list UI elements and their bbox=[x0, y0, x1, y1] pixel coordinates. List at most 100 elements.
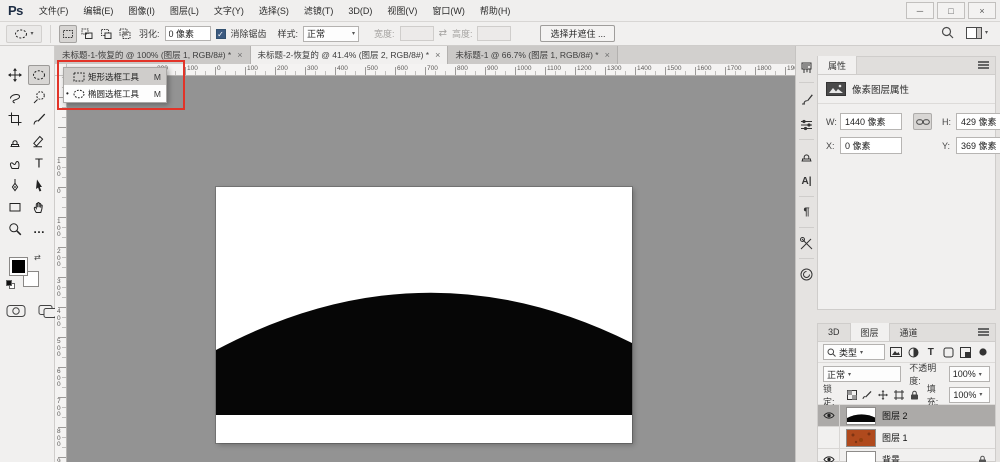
link-dimensions-button[interactable] bbox=[913, 113, 932, 130]
tool-move[interactable] bbox=[4, 65, 26, 85]
layer-thumbnail[interactable] bbox=[846, 451, 876, 462]
tool-clone-stamp[interactable] bbox=[4, 131, 26, 151]
tab-3d[interactable]: 3D bbox=[818, 323, 850, 341]
lock-position-icon[interactable] bbox=[877, 387, 889, 403]
tool-type[interactable]: T bbox=[28, 153, 50, 173]
swap-width-height-icon[interactable]: ⇄ bbox=[439, 28, 447, 39]
character-panel-icon[interactable]: A| bbox=[796, 168, 817, 194]
filter-shape-layers-icon[interactable] bbox=[942, 344, 956, 360]
fill-select[interactable]: 100% ▾ bbox=[949, 387, 990, 403]
history-panel-icon[interactable] bbox=[796, 54, 817, 80]
close-icon[interactable]: × bbox=[605, 50, 610, 60]
lock-transparency-icon[interactable] bbox=[846, 387, 858, 403]
menu-image[interactable]: 图像(I) bbox=[128, 4, 155, 17]
tab-layers[interactable]: 图层 bbox=[850, 323, 890, 341]
layer-thumbnail[interactable] bbox=[846, 429, 876, 447]
tool-pen[interactable] bbox=[4, 175, 26, 195]
tool-preset-picker[interactable]: ▾ bbox=[6, 25, 42, 43]
document-canvas[interactable] bbox=[216, 187, 632, 443]
layer-filter-select[interactable]: 类型 ▾ bbox=[823, 344, 885, 360]
workspace-switcher[interactable]: ▾ bbox=[966, 27, 988, 39]
subtract-from-selection-button[interactable] bbox=[97, 25, 115, 43]
menu-help[interactable]: 帮助(H) bbox=[480, 4, 511, 17]
clone-source-panel-icon[interactable] bbox=[796, 142, 817, 168]
lock-all-icon[interactable] bbox=[909, 387, 921, 403]
menu-select[interactable]: 选择(S) bbox=[259, 4, 289, 17]
close-button[interactable]: × bbox=[968, 2, 996, 19]
panel-menu-icon[interactable] bbox=[978, 64, 989, 66]
menu-3d[interactable]: 3D(D) bbox=[348, 6, 372, 16]
tab-properties[interactable]: 属性 bbox=[818, 56, 857, 74]
intersect-selection-button[interactable] bbox=[116, 25, 134, 43]
vertical-ruler[interactable]: 1000100200300400500600700800900 bbox=[55, 76, 67, 462]
menu-type[interactable]: 文字(Y) bbox=[214, 4, 244, 17]
layer-name[interactable]: 图层 1 bbox=[882, 431, 908, 444]
tool-eraser[interactable] bbox=[28, 131, 50, 151]
panel-menu-icon[interactable] bbox=[978, 331, 989, 333]
tool-brush[interactable] bbox=[28, 109, 50, 129]
menu-edit[interactable]: 编辑(E) bbox=[83, 4, 113, 17]
filter-pixel-layers-icon[interactable] bbox=[889, 344, 903, 360]
tools-panel-icon[interactable] bbox=[796, 230, 817, 256]
new-selection-button[interactable] bbox=[59, 25, 77, 43]
layer-thumbnail[interactable] bbox=[846, 407, 876, 425]
tool-crop[interactable] bbox=[4, 109, 26, 129]
visibility-toggle[interactable] bbox=[818, 449, 840, 462]
close-icon[interactable]: × bbox=[435, 50, 440, 60]
document-tab-2[interactable]: 未标题-2-恢复的 @ 41.4% (图层 2, RGB/8#) * × bbox=[251, 46, 449, 64]
visibility-toggle[interactable] bbox=[818, 405, 840, 427]
tool-quick-selection[interactable] bbox=[28, 87, 50, 107]
y-value-input[interactable] bbox=[956, 137, 1000, 154]
canvas-pasteboard[interactable] bbox=[67, 76, 795, 462]
tool-path-selection[interactable] bbox=[28, 175, 50, 195]
layer-name[interactable]: 背景 bbox=[882, 453, 900, 462]
menu-layer[interactable]: 图层(L) bbox=[170, 4, 199, 17]
tool-rectangle[interactable] bbox=[4, 197, 26, 217]
tool-elliptical-marquee[interactable] bbox=[28, 65, 50, 85]
minimize-button[interactable]: ─ bbox=[906, 2, 934, 19]
close-icon[interactable]: × bbox=[237, 50, 242, 60]
opacity-select[interactable]: 100% ▾ bbox=[949, 366, 990, 382]
blend-mode-select[interactable]: 正常 ▾ bbox=[823, 366, 901, 382]
paragraph-panel-icon[interactable]: ¶ bbox=[796, 199, 817, 225]
tab-channels[interactable]: 通道 bbox=[890, 323, 928, 341]
filter-smart-objects-icon[interactable] bbox=[959, 344, 973, 360]
menu-file[interactable]: 文件(F) bbox=[39, 4, 69, 17]
search-icon[interactable] bbox=[941, 26, 954, 39]
select-and-mask-button[interactable]: 选择并遮住 ... bbox=[540, 25, 615, 42]
quick-mask-button[interactable] bbox=[6, 304, 26, 318]
document-tab-3[interactable]: 未标题-1 @ 66.7% (图层 1, RGB/8#) * × bbox=[448, 46, 618, 64]
maximize-button[interactable]: □ bbox=[937, 2, 965, 19]
tool-more[interactable]: … bbox=[28, 219, 50, 239]
tool-zoom[interactable] bbox=[4, 219, 26, 239]
x-value-input[interactable] bbox=[840, 137, 902, 154]
swap-colors-icon[interactable]: ⇄ bbox=[34, 253, 41, 262]
filter-toggle-icon[interactable] bbox=[977, 344, 991, 360]
style-select[interactable]: 正常 ▾ bbox=[303, 26, 359, 42]
lock-pixels-icon[interactable] bbox=[861, 387, 873, 403]
filter-type-layers-icon[interactable]: T bbox=[924, 344, 938, 360]
tool-lasso[interactable] bbox=[4, 87, 26, 107]
lock-artboard-icon[interactable] bbox=[893, 387, 905, 403]
feather-input[interactable] bbox=[165, 26, 211, 41]
tool-hand[interactable] bbox=[28, 197, 50, 217]
add-to-selection-button[interactable] bbox=[78, 25, 96, 43]
width-input[interactable] bbox=[400, 26, 434, 41]
width-value-input[interactable] bbox=[840, 113, 902, 130]
layer-row-layer2[interactable]: 图层 2 bbox=[818, 405, 995, 427]
layer-row-background[interactable]: 背景 bbox=[818, 449, 995, 462]
default-colors-icon[interactable] bbox=[6, 280, 15, 289]
visibility-toggle[interactable] bbox=[818, 427, 840, 449]
brush-settings-panel-icon[interactable] bbox=[796, 85, 817, 111]
filter-adjustment-layers-icon[interactable] bbox=[907, 344, 921, 360]
antialias-checkbox[interactable]: ✓ bbox=[216, 29, 226, 39]
height-value-input[interactable] bbox=[956, 113, 1000, 130]
layer-name[interactable]: 图层 2 bbox=[882, 409, 908, 422]
libraries-panel-icon[interactable] bbox=[796, 261, 817, 287]
menu-window[interactable]: 窗口(W) bbox=[432, 4, 465, 17]
layer-row-layer1[interactable]: 图层 1 bbox=[818, 427, 995, 449]
height-input[interactable] bbox=[477, 26, 511, 41]
tool-smudge[interactable] bbox=[4, 153, 26, 173]
menu-filter[interactable]: 滤镜(T) bbox=[304, 4, 334, 17]
adjustments-panel-icon[interactable] bbox=[796, 111, 817, 137]
